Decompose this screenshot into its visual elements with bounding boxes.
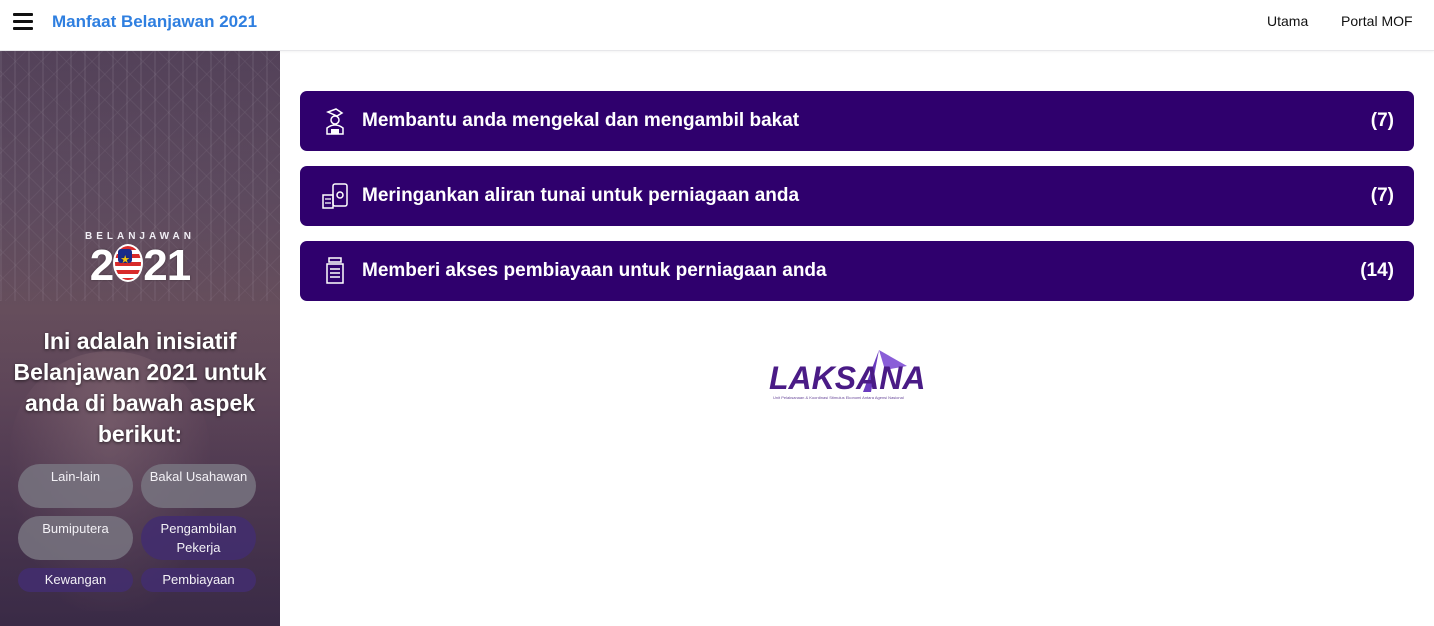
nav-link-portal-mof[interactable]: Portal MOF (1341, 13, 1413, 29)
financing-jar-icon (326, 257, 344, 284)
top-navbar: Manfaat Belanjawan 2021 Utama Portal MOF (0, 0, 1434, 51)
category-card-financing[interactable]: Memberi akses pembiayaan untuk perniagaa… (300, 241, 1414, 301)
filter-chip-pembiayaan[interactable]: Pembiayaan (141, 568, 256, 592)
worker-icon (326, 108, 344, 135)
filter-chip-kewangan[interactable]: Kewangan (18, 568, 133, 592)
category-card-cash-flow[interactable]: Meringankan aliran tunai untuk perniagaa… (300, 166, 1414, 226)
malaysia-flag-zero-icon (113, 236, 144, 284)
category-count: (7) (1370, 185, 1394, 206)
category-title: Meringankan aliran tunai untuk perniagaa… (362, 185, 800, 206)
laksana-logo-word: LAKSANA (769, 360, 926, 396)
filter-chip-bumiputera[interactable]: Bumiputera (18, 516, 133, 560)
category-title: Memberi akses pembiayaan untuk perniagaa… (362, 260, 827, 281)
cash-flow-icon (322, 183, 348, 209)
sidebar-heading: Ini adalah inisiatif Belanjawan 2021 unt… (13, 328, 267, 447)
category-card-talent[interactable]: Membantu anda mengekal dan mengambil bak… (300, 91, 1414, 151)
filter-chip-pengambilan-pekerja[interactable]: Pengambilan Pekerja (141, 516, 256, 560)
budget-2021-logo: BELANJAWAN 221 (68, 231, 212, 290)
laksana-logo: LAKSANA Unit Pelaksanaan & Koordinasi St… (767, 346, 947, 404)
budget-logo-year-digit: 2 (89, 241, 115, 290)
filter-chip-lain-lain[interactable]: Lain-lain (18, 464, 133, 508)
filter-chip-bakal-usahawan[interactable]: Bakal Usahawan (141, 464, 256, 508)
laksana-logo-tagline: Unit Pelaksanaan & Koordinasi Stimulus E… (773, 395, 904, 400)
hamburger-menu-icon[interactable] (13, 13, 33, 31)
sidebar-hero: BELANJAWAN 221 Ini adalah inisiatif Bela… (0, 51, 280, 626)
category-count: (7) (1370, 110, 1394, 131)
app-title[interactable]: Manfaat Belanjawan 2021 (52, 12, 257, 32)
nav-link-utama[interactable]: Utama (1267, 13, 1308, 29)
category-title: Membantu anda mengekal dan mengambil bak… (362, 110, 800, 131)
budget-logo-year-digits: 21 (143, 241, 191, 290)
category-count: (14) (1360, 260, 1394, 281)
budget-logo-year: 2 21 (68, 236, 212, 290)
